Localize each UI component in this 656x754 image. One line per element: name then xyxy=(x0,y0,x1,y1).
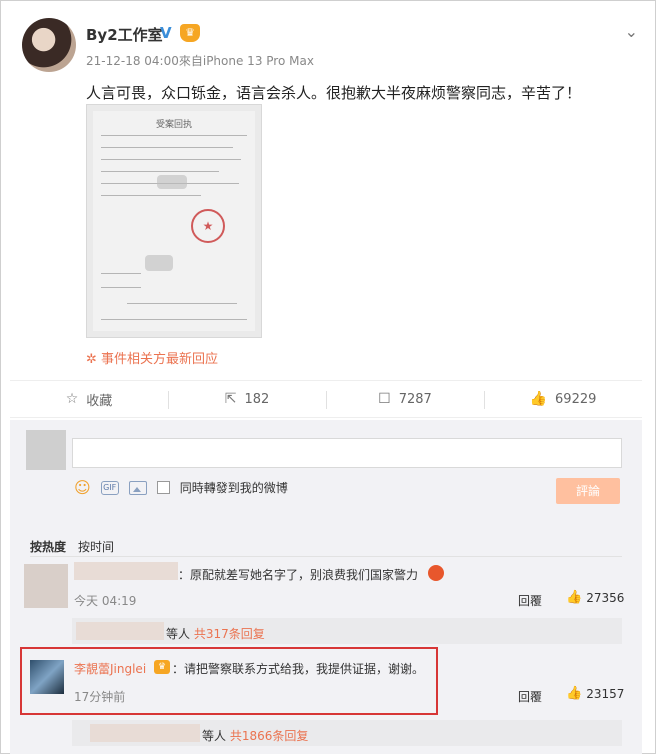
related-link-text: 事件相关方最新回应 xyxy=(101,352,219,367)
star-icon: ☆ xyxy=(65,391,79,407)
sub-replies-text[interactable]: 等人 共317条回复 xyxy=(166,625,265,642)
stamp-icon: ★ xyxy=(191,209,225,243)
gif-icon[interactable]: GIF xyxy=(100,480,119,495)
doc-line xyxy=(127,303,237,304)
sub-replies-suffix: 等人 xyxy=(202,729,227,743)
sub-replies-count: 共317条回复 xyxy=(193,627,265,641)
image-icon[interactable] xyxy=(128,480,147,495)
comment-button[interactable]: ☐ 7287 xyxy=(326,381,484,417)
repost-count: 182 xyxy=(244,391,270,407)
comment-time: 17分钟前 xyxy=(74,690,126,704)
sub-replies-text[interactable]: 等人 共1866条回复 xyxy=(202,727,308,744)
sub-replies-count: 共1866条回复 xyxy=(229,729,309,743)
commenter-avatar[interactable] xyxy=(30,660,64,694)
sort-time-tab[interactable]: 按时间 xyxy=(78,538,114,555)
thumbs-up-icon: 👍 xyxy=(529,391,548,407)
comment-icon: ☐ xyxy=(378,391,391,407)
repost-button[interactable]: ⇱ 182 xyxy=(168,381,326,417)
comment-input[interactable] xyxy=(72,438,622,468)
like-button[interactable]: 👍 69229 xyxy=(484,381,642,417)
divider xyxy=(30,556,622,557)
comment-like-button[interactable]: 👍 23157 xyxy=(566,686,624,701)
redacted-blur xyxy=(157,175,187,189)
doc-line xyxy=(101,195,201,196)
crown-icon: ♛ xyxy=(154,660,170,674)
related-link[interactable]: ✲ 事件相关方最新回应 xyxy=(86,348,218,367)
post-text: 人言可畏，众口铄金，语言会杀人。很抱歉大半夜麻烦警察同志，辛苦了！ xyxy=(86,84,582,102)
crown-icon: ♛ xyxy=(180,24,200,42)
sort-hot-tab[interactable]: 按热度 xyxy=(30,538,66,555)
comment-like-count: 23157 xyxy=(586,686,625,701)
favorite-button[interactable]: ☆ 收藏 xyxy=(10,381,168,417)
redacted-name xyxy=(76,622,164,640)
emoji-icon[interactable]: ☺ xyxy=(74,478,91,497)
doc-line xyxy=(101,287,141,288)
repost-icon: ⇱ xyxy=(224,391,237,407)
redacted-name xyxy=(74,562,178,580)
doc-line xyxy=(101,273,141,274)
doc-line xyxy=(101,147,233,148)
commenter-name[interactable]: 李靚蕾Jinglei xyxy=(74,660,146,677)
comment-time: 今天 04:19 xyxy=(74,594,137,608)
verified-icon: V xyxy=(160,24,172,42)
chevron-down-icon[interactable]: ⌄ xyxy=(625,22,638,41)
redacted-blur xyxy=(145,255,173,271)
my-avatar xyxy=(26,430,66,470)
reply-button[interactable]: 回覆 xyxy=(518,688,542,705)
reply-button[interactable]: 回覆 xyxy=(518,592,542,609)
also-post-label: 同時轉發到我的微博 xyxy=(179,481,288,495)
also-post-checkbox[interactable] xyxy=(156,481,170,494)
doc-line xyxy=(101,159,241,160)
sub-replies-suffix: 等人 xyxy=(166,627,191,641)
thumbs-up-icon: 👍 xyxy=(566,686,583,701)
asterisk-icon: ✲ xyxy=(86,352,102,367)
comment-count: 7287 xyxy=(398,391,432,407)
doc-line xyxy=(101,171,219,172)
like-count: 69229 xyxy=(555,391,597,407)
commenter-avatar[interactable] xyxy=(24,564,68,608)
author-name[interactable]: By2工作室 xyxy=(86,24,163,45)
doc-line xyxy=(101,135,247,136)
doc-title: 受案回执 xyxy=(155,120,192,130)
thumbs-up-icon: 👍 xyxy=(566,590,583,605)
comment-text: ：原配就差写她名字了，别浪费我们国家警力 xyxy=(178,568,419,582)
submit-comment-button[interactable]: 評論 xyxy=(556,478,620,504)
document-image[interactable]: 受案回执 ★ xyxy=(86,104,262,338)
redacted-name xyxy=(90,724,200,742)
action-bar: ☆ 收藏 ⇱ 182 ☐ 7287 👍 69229 xyxy=(10,380,642,418)
comment-text: ：请把警察联系方式给我，我提供证据，谢谢。 xyxy=(172,662,425,676)
comment-sort-tabs: 按热度 按时间 xyxy=(30,538,114,555)
post-meta: 21-12-18 04:00來自iPhone 13 Pro Max xyxy=(86,54,314,68)
favorite-label: 收藏 xyxy=(86,393,113,409)
comment-like-count: 27356 xyxy=(586,590,625,605)
comment-like-button[interactable]: 👍 27356 xyxy=(566,590,624,605)
composer-toolbar: ☺ GIF 同時轉發到我的微博 xyxy=(74,478,288,497)
author-avatar[interactable] xyxy=(22,18,76,72)
angry-emoji-icon xyxy=(428,565,444,581)
doc-line xyxy=(101,319,247,320)
